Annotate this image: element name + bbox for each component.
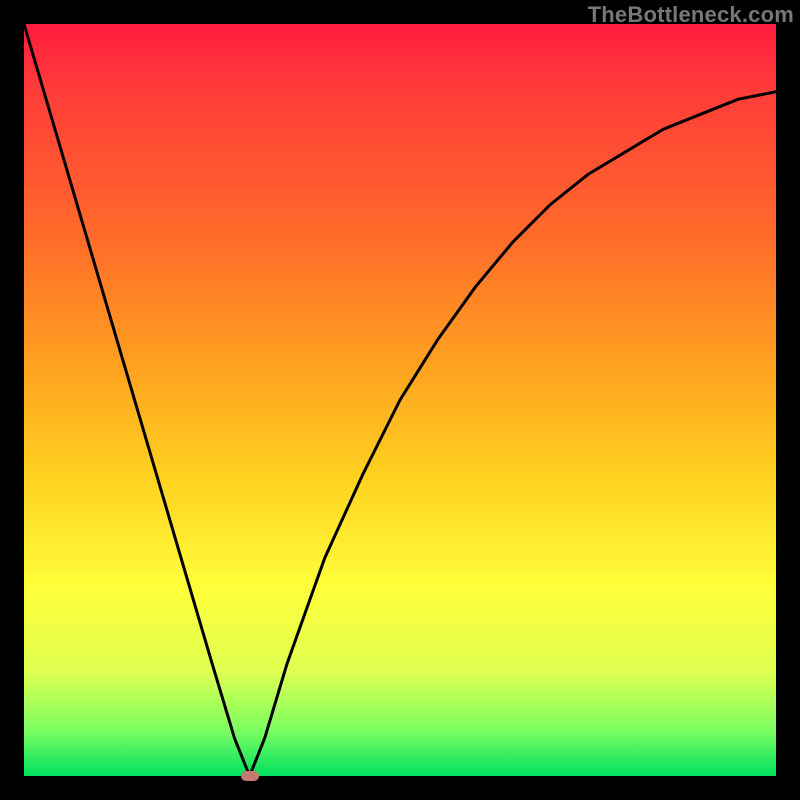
minimum-marker	[241, 771, 259, 781]
plot-area	[24, 24, 776, 776]
bottleneck-curve	[24, 24, 776, 776]
